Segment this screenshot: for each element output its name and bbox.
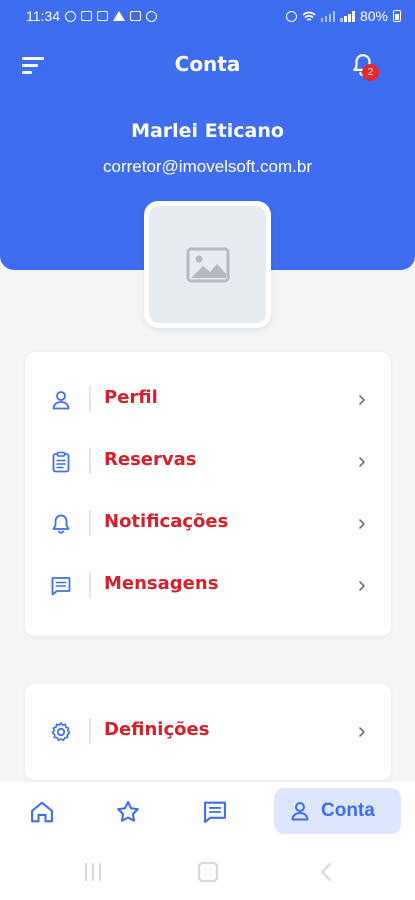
warning-icon [113,11,125,21]
home-system-button[interactable] [197,861,219,887]
menu-item-label: Reservas [104,449,197,470]
avatar[interactable] [144,201,271,328]
nav-account-label: Conta [321,800,375,821]
image-icon [97,11,108,21]
settings-card: Definições [25,684,391,780]
status-bar: 11:34 80% [0,0,415,32]
status-time: 11:34 [26,8,60,24]
signal-icon [340,10,355,22]
accessibility-icon [146,10,157,22]
notifications-button[interactable]: 2 [348,50,382,84]
back-button[interactable] [316,861,338,887]
system-navigation-bar [0,844,415,900]
user-icon [52,391,70,410]
menu-item-label: Definições [104,719,210,740]
menu-item-notificacoes[interactable]: Notificações [25,493,391,555]
clipboard-icon [52,451,70,473]
image-placeholder-icon [186,247,229,282]
account-menu-card: Perfil Reservas Notificações Mensagens [25,352,391,636]
star-icon [117,801,139,822]
battery-icon [393,10,401,22]
menu-item-definicoes[interactable]: Definições [25,701,391,763]
recent-apps-button[interactable] [82,861,104,887]
gear-icon [51,722,71,741]
chevron-right-icon [359,519,365,529]
chevron-right-icon [359,457,365,467]
avatar-placeholder [149,206,266,323]
menu-item-mensagens[interactable]: Mensagens [25,555,391,617]
nav-favorites-button[interactable] [114,798,142,826]
user-email: corretor@imovelsoft.com.br [102,157,313,176]
menu-item-reservas[interactable]: Reservas [25,431,391,493]
gallery-icon [130,11,141,21]
back-icon [320,862,332,882]
alarm-icon [285,10,297,22]
nav-messages-button[interactable] [201,798,229,826]
row-divider [89,718,91,744]
menu-item-perfil[interactable]: Perfil [25,369,391,431]
battery-percent: 80% [359,8,388,24]
chevron-right-icon [359,395,365,405]
status-left: 11:34 [26,8,157,24]
user-name: Marlei Eticano [131,120,284,142]
row-divider [89,386,91,412]
message-icon [51,577,71,596]
chevron-right-icon [359,727,365,737]
image-icon [81,11,92,21]
bottom-navigation: Conta [0,782,415,844]
recent-apps-icon [84,862,102,882]
row-divider [89,510,91,536]
signal-icon [320,10,336,22]
notification-count-badge: 2 [362,64,379,81]
wifi-icon [302,11,316,21]
user-icon [291,802,309,821]
chevron-right-icon [359,581,365,591]
whatsapp-icon [65,10,76,22]
menu-item-label: Mensagens [104,573,219,594]
menu-item-label: Notificações [104,511,229,532]
home-icon [31,801,53,823]
bell-icon [52,514,70,534]
row-divider [89,448,91,474]
message-icon [204,801,226,823]
nav-account-button[interactable]: Conta [274,788,401,834]
status-right: 80% [285,8,401,24]
nav-home-button[interactable] [28,798,56,826]
menu-item-label: Perfil [104,387,158,408]
row-divider [89,572,91,598]
home-square-icon [197,861,219,883]
